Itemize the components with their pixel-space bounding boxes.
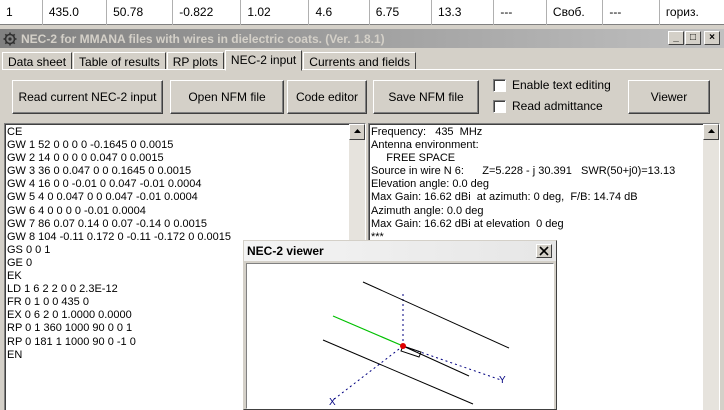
read-admittance-checkbox[interactable]: Read admittance: [493, 99, 603, 113]
results-line: Elevation angle: 0.0 deg: [371, 178, 490, 191]
driven-element-wire: [402, 345, 470, 377]
table-cell: ---: [494, 0, 547, 25]
table-cell: 50.78: [107, 0, 174, 25]
nec-input-line: GW 1 52 0 0 0 0 -0.1645 0 0.0015: [7, 139, 174, 152]
nec-input-line: GW 7 86 0.07 0.14 0 0.07 -0.14 0 0.0015: [7, 217, 207, 230]
arrow-up-icon: [707, 129, 715, 133]
scroll-up-button[interactable]: [349, 124, 365, 140]
checkbox-label: Enable text editing: [512, 78, 611, 92]
tab-currents-and-fields[interactable]: Currents and fields: [303, 52, 416, 70]
nec-input-line: GW 4 16 0 0 -0.01 0 0.047 -0.01 0.0004: [7, 178, 202, 191]
nec-input-line: GW 6 4 0 0 0 0 -0.01 0.0004: [7, 204, 146, 217]
table-cell: 13.3: [432, 0, 495, 25]
checkbox-label: Read admittance: [512, 99, 603, 113]
nec-input-line: GW 5 4 0 0.047 0 0 0.047 -0.01 0.0004: [7, 191, 198, 204]
save-nfm-file-button[interactable]: Save NFM file: [373, 80, 479, 114]
y-axis-label: Y: [499, 375, 506, 386]
nec2-viewer-dialog: NEC-2 viewer Y X: [243, 240, 557, 410]
scroll-up-button[interactable]: [703, 124, 719, 140]
table-cell: 1: [0, 0, 43, 25]
antenna-view-canvas[interactable]: Y X: [246, 263, 554, 409]
tab-rp-plots[interactable]: RP plots: [166, 52, 224, 70]
antenna-geometry: Y X: [322, 281, 510, 408]
results-text: Frequency: 435 MHz Antenna environment: F…: [369, 124, 719, 244]
results-line: Frequency: 435 MHz: [371, 126, 483, 138]
results-line: Azimuth angle: 0.0 deg: [371, 204, 484, 217]
results-line: Antenna environment:: [371, 139, 479, 152]
window-title: NEC-2 for MMANA files with wires in diel…: [21, 31, 385, 46]
arrow-up-icon: [353, 129, 361, 133]
checkbox-box[interactable]: [493, 78, 506, 92]
results-line: Max Gain: 16.62 dBi at azimuth: 0 deg, F…: [371, 191, 638, 204]
results-table-row[interactable]: 1 435.0 50.78 -0.822 1.02 4.6 6.75 13.3 …: [0, 0, 724, 25]
tab-strip: Data sheet Table of results RP plots NEC…: [2, 50, 417, 71]
viewer-button[interactable]: Viewer: [628, 80, 710, 114]
close-button[interactable]: ×: [704, 31, 720, 45]
vertical-scrollbar[interactable]: [703, 124, 719, 410]
table-cell: ---: [603, 0, 660, 25]
screen: 1 435.0 50.78 -0.822 1.02 4.6 6.75 13.3 …: [0, 0, 724, 410]
results-line: Source in wire N 6: Z=5.228 - j 30.391 S…: [371, 165, 676, 178]
viewer-close-button[interactable]: [536, 244, 552, 258]
code-editor-button[interactable]: Code editor: [287, 80, 367, 114]
driven-element-wire: [332, 315, 404, 347]
table-cell: гориз.: [665, 5, 699, 19]
feed-point: [400, 343, 406, 349]
maximize-button[interactable]: □: [685, 31, 701, 45]
table-cell: 435.0: [43, 0, 108, 25]
nec-input-line: CE: [7, 126, 23, 138]
x-axis: [332, 345, 404, 401]
table-cell: 6.75: [370, 0, 433, 25]
table-cell: Своб.: [547, 0, 604, 25]
x-axis-label: X: [329, 397, 336, 408]
results-line: Max Gain: 16.62 dBi at elevation 0 deg: [371, 217, 564, 230]
nec-input-line: GW 2 14 0 0 0 0 0.047 0 0.0015: [7, 152, 164, 165]
checkbox-box[interactable]: [493, 99, 506, 113]
open-nfm-file-button[interactable]: Open NFM file: [170, 80, 284, 114]
viewer-title: NEC-2 viewer: [247, 244, 324, 258]
gear-icon: [3, 32, 17, 45]
read-nec2-input-button[interactable]: Read current NEC-2 input: [12, 80, 163, 114]
table-cell: 1.02: [241, 0, 310, 25]
window-title-bar[interactable]: NEC-2 for MMANA files with wires in diel…: [0, 29, 724, 48]
table-cell: -0.822: [173, 0, 242, 25]
tab-nec2-input[interactable]: NEC-2 input: [224, 50, 303, 71]
viewer-title-bar[interactable]: NEC-2 viewer: [244, 241, 556, 261]
close-icon: [539, 246, 549, 256]
tab-table-of-results[interactable]: Table of results: [73, 52, 166, 70]
enable-text-editing-checkbox[interactable]: Enable text editing: [493, 78, 611, 92]
nec-input-line: GW 3 36 0 0.047 0 0 0.1645 0 0.0015: [7, 165, 192, 178]
minimize-button[interactable]: _: [668, 31, 684, 45]
table-cell: 4.6: [309, 0, 370, 25]
results-line: FREE SPACE: [371, 152, 456, 165]
tab-data-sheet[interactable]: Data sheet: [2, 52, 73, 70]
